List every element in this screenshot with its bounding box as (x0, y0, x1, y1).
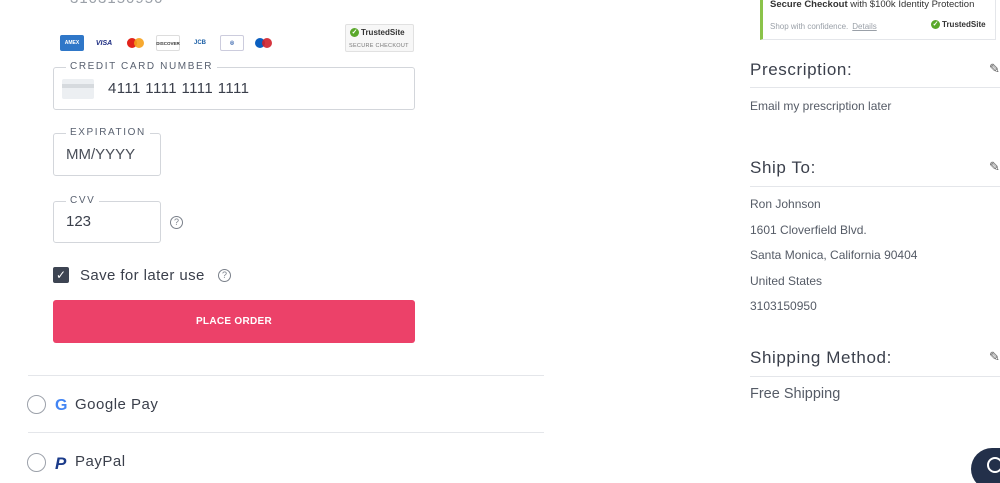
paypal-radio[interactable] (27, 453, 46, 472)
edit-prescription-icon[interactable]: ✎ (989, 61, 1000, 77)
cvv-field[interactable]: CVV (53, 195, 161, 243)
expiration-field[interactable]: EXPIRATION (53, 127, 161, 176)
trustedsite-subtitle: SECURE CHECKOUT (349, 43, 409, 49)
secure-checkout-banner: Secure Checkout with $100k Identity Prot… (760, 0, 996, 40)
check-icon: ✓ (350, 28, 359, 37)
paypal-label[interactable]: PayPal (75, 453, 126, 470)
trustedsite-badge[interactable]: ✓ TrustedSite SECURE CHECKOUT (345, 24, 414, 52)
ship-to-title: Ship To: (750, 158, 816, 177)
divider (750, 186, 1000, 187)
cropped-phone-number: 3103150950 (70, 0, 163, 7)
diners-card-icon: ◎ (220, 35, 244, 51)
place-order-button[interactable]: PLACE ORDER (53, 300, 415, 343)
credit-card-icon (62, 79, 94, 99)
visa-card-icon: VISA (92, 35, 116, 51)
accepted-cards: AMEX VISA DISCOVER JCB ◎ (60, 35, 276, 51)
shipping-method-title: Shipping Method: (750, 348, 892, 367)
trustedsite-title: TrustedSite (361, 28, 405, 37)
chat-button[interactable] (971, 448, 1000, 483)
credit-card-input[interactable] (108, 80, 398, 97)
cvv-input[interactable] (66, 213, 156, 230)
credit-card-label: CREDIT CARD NUMBER (66, 61, 218, 72)
trustedsite-brand: TrustedSite (942, 20, 986, 29)
ship-to-name: Ron Johnson (750, 197, 821, 211)
maestro-card-icon (252, 35, 276, 51)
jcb-card-icon: JCB (188, 35, 212, 51)
cvv-help-icon[interactable]: ? (170, 216, 183, 229)
divider (28, 432, 544, 433)
edit-shipping-method-icon[interactable]: ✎ (989, 349, 1000, 365)
cvv-label: CVV (66, 195, 100, 206)
ship-to-phone: 3103150950 (750, 299, 817, 313)
save-for-later-label[interactable]: Save for later use (80, 267, 205, 284)
amex-card-icon: AMEX (60, 35, 84, 51)
secure-checkout-text: with $100k Identity Protection (850, 0, 975, 10)
secure-checkout-bold: Secure Checkout (770, 0, 848, 10)
paypal-icon: P (55, 454, 67, 473)
discover-card-icon: DISCOVER (156, 35, 180, 51)
save-for-later-checkbox[interactable]: ✓ (53, 267, 69, 283)
prescription-title: Prescription: (750, 60, 853, 79)
ship-to-city: Santa Monica, California 90404 (750, 248, 918, 262)
check-icon: ✓ (931, 20, 940, 29)
prescription-text: Email my prescription later (750, 99, 892, 113)
ship-to-country: United States (750, 274, 823, 288)
details-link[interactable]: Details (852, 22, 876, 31)
edit-ship-to-icon[interactable]: ✎ (989, 159, 1000, 175)
chat-bubble-icon (987, 457, 1000, 473)
shop-confidence-text: Shop with confidence. (770, 22, 849, 31)
mastercard-icon (124, 35, 148, 51)
credit-card-field[interactable]: CREDIT CARD NUMBER (53, 61, 415, 110)
google-pay-label[interactable]: Google Pay (75, 396, 158, 413)
shipping-method-text: Free Shipping (750, 386, 841, 402)
google-pay-radio[interactable] (27, 395, 46, 414)
save-help-icon[interactable]: ? (218, 269, 231, 282)
divider (28, 375, 544, 376)
expiration-label: EXPIRATION (66, 127, 150, 138)
ship-to-street: 1601 Cloverfield Blvd. (750, 223, 867, 237)
google-g-icon: G (55, 397, 68, 414)
divider (750, 376, 1000, 377)
expiration-input[interactable] (66, 146, 156, 163)
divider (750, 87, 1000, 88)
